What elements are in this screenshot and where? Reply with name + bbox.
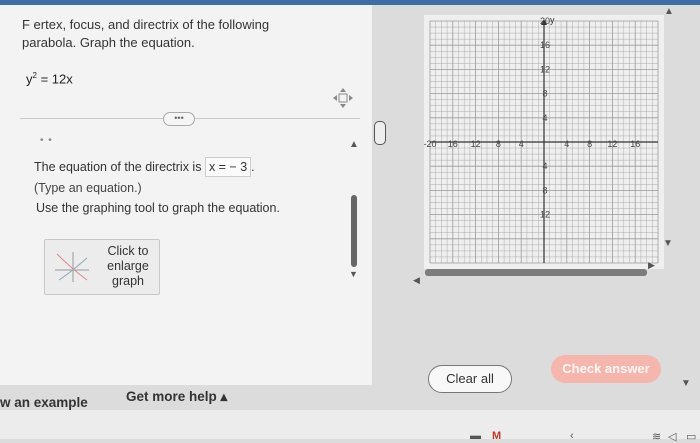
enlarge-line-3: graph xyxy=(112,274,144,288)
directrix-answer-field[interactable]: x = − 3 xyxy=(204,157,252,177)
y-tick-label: 20 xyxy=(540,16,550,26)
answer-prefix: The equation of the directrix is xyxy=(34,160,202,174)
y-axis-label: y xyxy=(550,15,555,25)
question-line-1: F ertex, focus, and directrix of the fol… xyxy=(22,17,270,32)
view-example-link[interactable]: w an example xyxy=(0,395,88,410)
question-line-2: parabola. Graph the equation. xyxy=(22,35,195,50)
y-tick-label: 8 xyxy=(542,185,547,195)
question-text: F ertex, focus, and directrix of the fol… xyxy=(22,16,352,52)
x-tick-label: 16 xyxy=(630,139,640,149)
divider-handle[interactable] xyxy=(374,121,386,145)
scroll-right-icon[interactable]: ▶ xyxy=(648,260,655,271)
scroll-left-icon[interactable]: ◀ xyxy=(413,275,420,286)
answer-hint: (Type an equation.) xyxy=(34,181,142,195)
y-tick-label: 12 xyxy=(540,64,550,74)
x-tick-label: 8 xyxy=(496,139,501,149)
answer-suffix: . xyxy=(251,160,255,174)
parabola-equation: y2 = 12x xyxy=(26,71,73,86)
enlarge-line-2: enlarge xyxy=(107,259,149,273)
wifi-icon: ≋ xyxy=(652,431,662,443)
collapse-arrow-icon[interactable]: ▲ xyxy=(349,139,359,150)
graph-instruction: Use the graphing tool to graph the equat… xyxy=(36,201,280,215)
clear-all-button[interactable]: Clear all xyxy=(428,365,512,393)
equation-rhs: = 12x xyxy=(40,71,73,87)
enlarge-graph-button[interactable]: Click to enlarge graph xyxy=(44,239,160,295)
scroll-down-icon[interactable]: ▼ xyxy=(349,269,358,279)
battery-icon: ▭ xyxy=(686,431,697,443)
x-tick-label: 12 xyxy=(607,139,617,149)
graph-horizontal-scrollbar[interactable] xyxy=(425,269,647,276)
graph-thumbnail-icon xyxy=(55,252,89,282)
x-tick-label: 8 xyxy=(587,139,592,149)
chevron-left-icon[interactable]: ‹ xyxy=(570,430,574,442)
y-tick-label: 4 xyxy=(542,113,547,123)
check-answer-button[interactable]: Check answer xyxy=(551,355,661,383)
x-tick-label: 4 xyxy=(519,139,524,149)
expand-button[interactable]: ••• xyxy=(163,112,195,126)
get-more-help-link[interactable]: Get more help ▴ xyxy=(126,389,227,405)
y-tick-label: 12 xyxy=(540,210,550,220)
enlarge-label: Click to enlarge graph xyxy=(99,244,157,289)
y-tick-label: 16 xyxy=(540,40,550,50)
question-panel: F ertex, focus, and directrix of the fol… xyxy=(0,5,372,385)
y-tick-label: 8 xyxy=(542,89,547,99)
ellipsis-marker: • • xyxy=(40,135,53,146)
y-tick-label: 4 xyxy=(542,161,547,171)
taskbar xyxy=(0,410,700,439)
coordinate-grid[interactable]: y -20 16 12 8 4 4 8 12 16 20 16 12 8 4 4 8 12 xyxy=(423,15,664,269)
taskbar-app-icon[interactable]: ▬ xyxy=(470,430,481,442)
gmail-icon[interactable]: M xyxy=(492,430,501,442)
panel-scrollbar[interactable] xyxy=(351,195,357,267)
x-tick-label: 12 xyxy=(471,139,481,149)
x-tick-label: 16 xyxy=(448,139,458,149)
move-icon[interactable] xyxy=(332,87,354,109)
volume-icon: ◁ xyxy=(668,431,677,443)
x-tick-label: 4 xyxy=(564,139,569,149)
page-scroll-down-icon[interactable]: ▼ xyxy=(681,378,691,389)
directrix-answer: The equation of the directrix is x = − 3… xyxy=(34,157,255,177)
scroll-up-icon[interactable]: ▲ xyxy=(664,6,674,17)
graph-area[interactable]: y -20 16 12 8 4 4 8 12 16 20 16 12 8 4 4 8 12 xyxy=(423,15,664,269)
graph-scroll-down-icon[interactable]: ▼ xyxy=(663,238,673,249)
x-tick-label: -20 xyxy=(424,139,437,149)
equation-exponent: 2 xyxy=(32,71,37,80)
tick-labels: y -20 16 12 8 4 4 8 12 16 20 16 12 8 4 4 8 12 xyxy=(423,15,640,220)
enlarge-line-1: Click to xyxy=(107,244,149,258)
